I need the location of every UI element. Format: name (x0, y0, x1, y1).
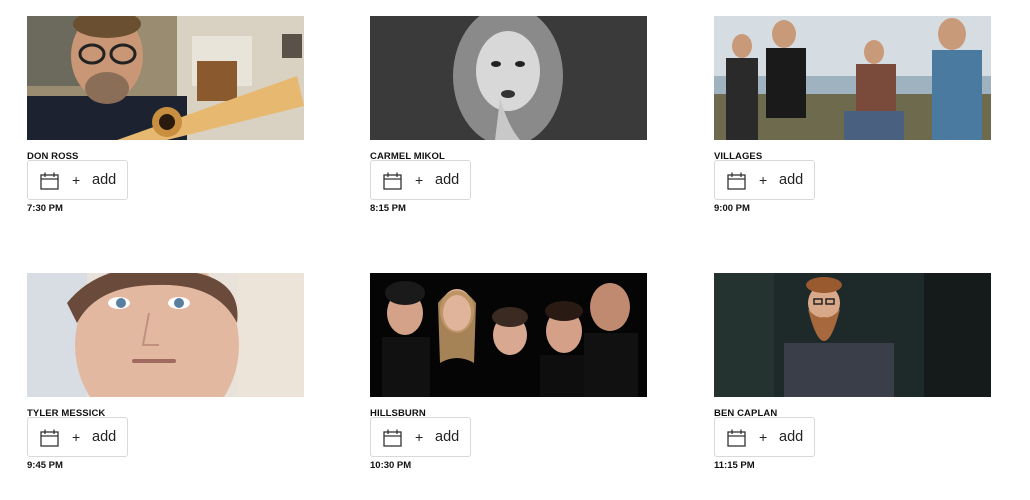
calendar-icon (383, 429, 402, 447)
add-to-calendar-button[interactable]: + add (370, 417, 471, 457)
event-time: 7:30 PM (27, 203, 63, 214)
plus-icon: + (759, 172, 768, 188)
event-card-tyler-messick: TYLER MESSICK + add 9:45 PM (27, 273, 305, 471)
calendar-icon (727, 172, 746, 190)
calendar-icon (727, 429, 746, 447)
plus-icon: + (759, 429, 768, 445)
event-time: 9:45 PM (27, 460, 63, 471)
plus-icon: + (415, 429, 424, 445)
event-card-hillsburn: HILLSBURN + add 10:30 PM (370, 273, 648, 471)
event-card-ben-caplan: BEN CAPLAN + add 11:15 PM (714, 273, 992, 471)
add-to-calendar-button[interactable]: + add (714, 417, 815, 457)
event-card-carmel-mikol: CARMEL MIKOL + add 8:15 PM (370, 16, 648, 214)
calendar-icon (40, 429, 59, 447)
artist-photo-tyler-messick[interactable] (27, 273, 304, 397)
add-label: add (92, 172, 117, 188)
artist-photo-hillsburn[interactable] (370, 273, 647, 397)
plus-icon: + (72, 172, 81, 188)
add-to-calendar-button[interactable]: + add (370, 160, 471, 200)
event-card-don-ross: DON ROSS + add 7:30 PM (27, 16, 305, 214)
add-label: add (779, 172, 804, 188)
calendar-icon (40, 172, 59, 190)
add-to-calendar-button[interactable]: + add (27, 160, 128, 200)
event-time: 11:15 PM (714, 460, 755, 471)
plus-icon: + (72, 429, 81, 445)
add-label: add (779, 429, 804, 445)
artist-photo-don-ross[interactable] (27, 16, 304, 140)
add-label: add (92, 429, 117, 445)
artist-photo-carmel-mikol[interactable] (370, 16, 647, 140)
artist-photo-villages[interactable] (714, 16, 991, 140)
event-time: 10:30 PM (370, 460, 412, 471)
add-to-calendar-button[interactable]: + add (27, 417, 128, 457)
event-card-villages: VILLAGES + add 9:00 PM (714, 16, 992, 214)
add-label: add (435, 429, 460, 445)
plus-icon: + (415, 172, 424, 188)
artist-photo-ben-caplan[interactable] (714, 273, 991, 397)
add-label: add (435, 172, 460, 188)
calendar-icon (383, 172, 402, 190)
event-time: 9:00 PM (714, 203, 750, 214)
add-to-calendar-button[interactable]: + add (714, 160, 815, 200)
event-time: 8:15 PM (370, 203, 406, 214)
